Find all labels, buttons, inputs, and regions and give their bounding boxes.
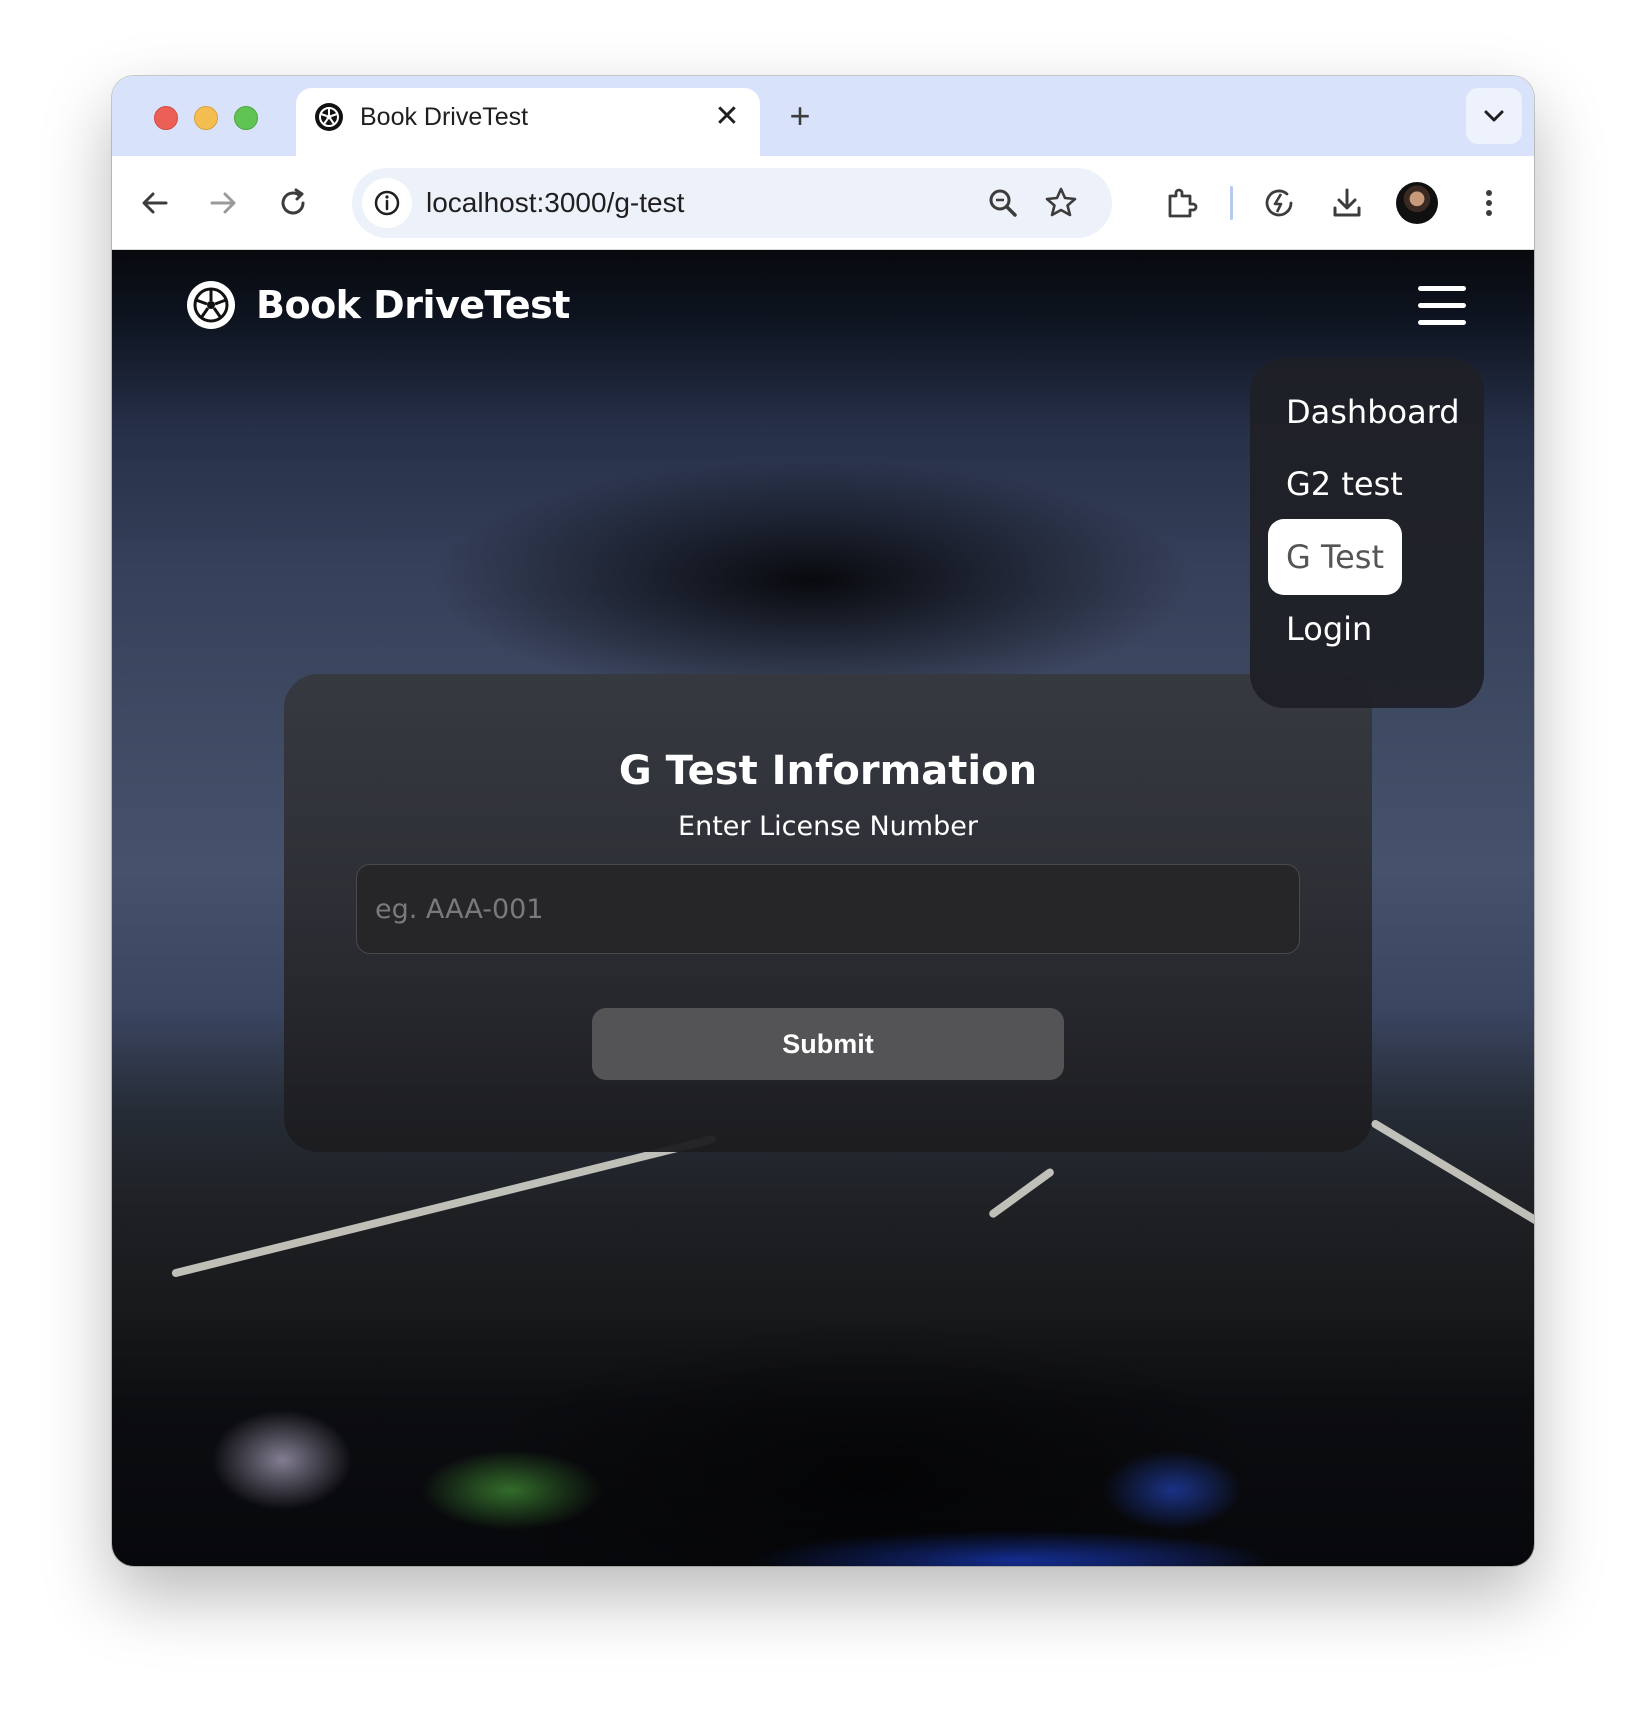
menu-item-g-test[interactable]: G Test [1268,519,1402,595]
steering-wheel-icon [315,103,343,131]
submit-button[interactable]: Submit [592,1008,1064,1080]
menu-item-g2-test[interactable]: G2 test [1268,446,1421,522]
maximize-window-button[interactable] [234,106,258,130]
menu-item-login[interactable]: Login [1268,591,1390,667]
extensions-icon[interactable] [1162,184,1200,222]
page-viewport: Book DriveTest Dashboard G2 test G Test … [112,250,1534,1566]
minimize-window-button[interactable] [194,106,218,130]
url-text: localhost:3000/g-test [426,187,685,218]
site-info-button[interactable] [362,178,412,228]
top-navbar: Book DriveTest [112,250,1534,350]
license-number-input[interactable] [356,864,1300,954]
hamburger-icon[interactable] [1418,286,1466,326]
tab-close-icon[interactable]: ✕ [712,102,742,132]
form-title: G Test Information [618,748,1038,794]
g-test-form-card: G Test Information Enter License Number … [284,674,1372,1152]
more-menu-icon[interactable] [1470,184,1508,222]
form-subtitle: Enter License Number [678,811,978,842]
road-marking [987,1166,1056,1220]
address-bar[interactable]: localhost:3000/g-test [352,168,1112,238]
reload-icon[interactable] [274,184,312,222]
browser-window: Book DriveTest ✕ + localhost:3000/g-test… [112,76,1534,1566]
menu-item-dashboard[interactable]: Dashboard [1268,374,1478,450]
back-icon[interactable] [136,184,174,222]
browser-tab[interactable]: Book DriveTest ✕ [296,88,760,156]
road-marking [171,1134,717,1278]
tab-strip: Book DriveTest ✕ + [112,76,1534,156]
forward-icon[interactable] [204,184,242,222]
tab-search-button[interactable] [1466,88,1522,144]
download-icon[interactable] [1328,184,1366,222]
toolbar-divider [1230,186,1233,220]
browser-toolbar: localhost:3000/g-test [112,156,1534,250]
performance-icon[interactable] [1260,184,1298,222]
brand-name[interactable]: Book DriveTest [256,282,570,328]
chevron-down-icon [1484,110,1504,122]
tab-title: Book DriveTest [360,103,529,131]
nav-dropdown-menu: Dashboard G2 test G Test Login [1250,358,1484,708]
zoom-icon[interactable] [984,184,1022,222]
info-icon [374,190,400,216]
steering-wheel-logo-icon[interactable] [186,280,236,330]
bookmark-star-icon[interactable] [1042,184,1080,222]
close-window-button[interactable] [154,106,178,130]
road-marking [1369,1118,1534,1229]
new-tab-button[interactable]: + [780,96,820,136]
profile-avatar[interactable] [1396,182,1438,224]
